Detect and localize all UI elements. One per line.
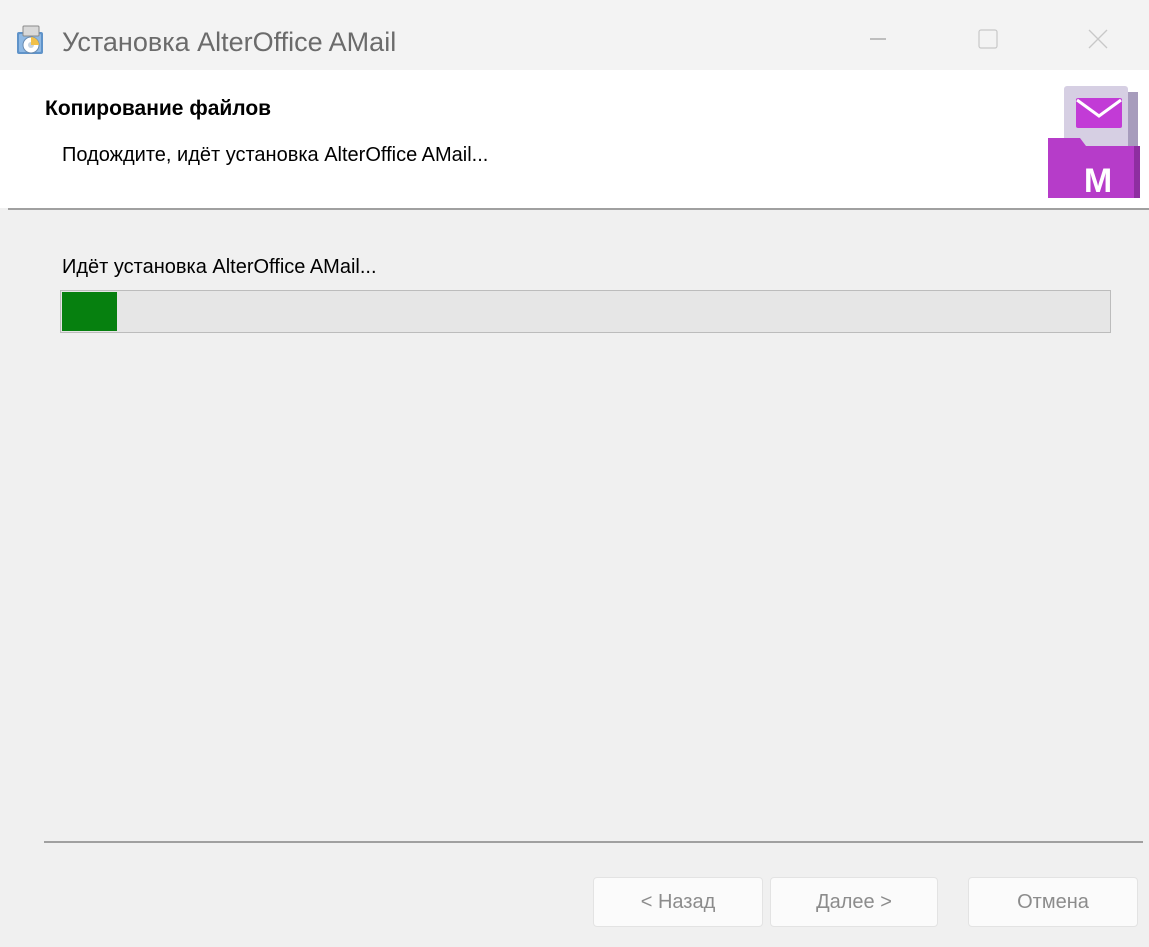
minimize-button[interactable] <box>838 14 918 64</box>
logo-letter: M <box>1084 162 1112 200</box>
window-title: Установка AlterOffice AMail <box>62 27 397 57</box>
minimize-icon <box>870 38 886 40</box>
footer-divider <box>44 841 1143 843</box>
page-title: Копирование файлов <box>45 97 272 120</box>
installer-window: Установка AlterOffice AMail Копирование … <box>0 0 1149 947</box>
progress-fill <box>62 292 118 331</box>
title-bar[interactable]: Установка AlterOffice AMail <box>0 0 1149 70</box>
back-button[interactable]: < Назад <box>593 877 763 927</box>
maximize-icon <box>978 29 998 49</box>
next-button[interactable]: Далее > <box>770 877 938 927</box>
header-divider <box>8 208 1149 210</box>
install-status-text: Идёт установка AlterOffice AMail... <box>62 256 377 278</box>
close-icon <box>1088 29 1108 49</box>
install-progress-bar <box>60 290 1111 333</box>
maximize-button[interactable] <box>948 14 1028 64</box>
installer-icon <box>14 24 48 58</box>
cancel-button[interactable]: Отмена <box>968 877 1138 927</box>
header-banner: Копирование файлов Подождите, идёт устан… <box>0 70 1149 208</box>
page-subtitle: Подождите, идёт установка AlterOffice AM… <box>62 144 489 166</box>
amail-logo-icon: M <box>1040 80 1144 202</box>
close-button[interactable] <box>1058 14 1138 64</box>
